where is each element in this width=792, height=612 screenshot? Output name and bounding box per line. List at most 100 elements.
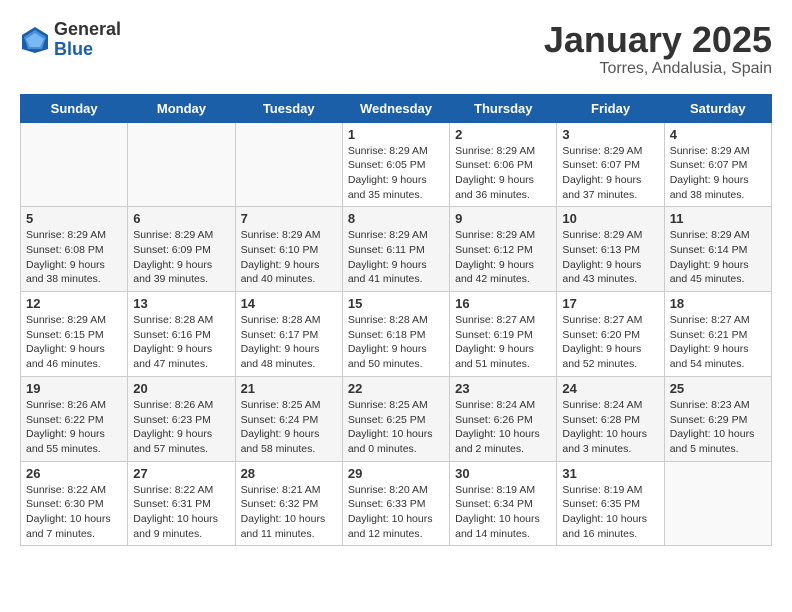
calendar-cell: 1Sunrise: 8:29 AM Sunset: 6:05 PM Daylig… bbox=[342, 122, 449, 207]
day-number: 30 bbox=[455, 466, 551, 481]
day-info: Sunrise: 8:27 AM Sunset: 6:20 PM Dayligh… bbox=[562, 313, 658, 372]
day-number: 28 bbox=[241, 466, 337, 481]
calendar-cell: 5 Sunrise: 8:29 AM Sunset: 6:08 PM Daylig… bbox=[21, 207, 128, 292]
day-info: Sunrise: 8:27 AM Sunset: 6:21 PM Dayligh… bbox=[670, 313, 766, 372]
day-info: Sunrise: 8:29 AM Sunset: 6:13 PM Dayligh… bbox=[562, 228, 658, 287]
day-number: 25 bbox=[670, 381, 766, 396]
day-info: Sunrise: 8:22 AM Sunset: 6:30 PM Dayligh… bbox=[26, 483, 122, 542]
day-info: Sunrise: 8:23 AM Sunset: 6:29 PM Dayligh… bbox=[670, 398, 766, 457]
day-number: 26 bbox=[26, 466, 122, 481]
calendar-cell: 30 Sunrise: 8:19 AM Sunset: 6:34 PM Dayli… bbox=[450, 461, 557, 546]
day-info: Sunrise: 8:20 AM Sunset: 6:33 PM Dayligh… bbox=[348, 483, 444, 542]
day-info: Sunrise: 8:29 AM Sunset: 6:05 PM Dayligh… bbox=[348, 144, 444, 203]
day-info: Sunrise: 8:27 AM Sunset: 6:19 PM Dayligh… bbox=[455, 313, 551, 372]
day-info: Sunrise: 8:28 AM Sunset: 6:18 PM Dayligh… bbox=[348, 313, 444, 372]
calendar-cell: 21 Sunrise: 8:25 AM Sunset: 6:24 PM Dayli… bbox=[235, 376, 342, 461]
calendar-cell: 15Sunrise: 8:28 AM Sunset: 6:18 PM Dayli… bbox=[342, 292, 449, 377]
day-info: Sunrise: 8:29 AM Sunset: 6:07 PM Dayligh… bbox=[562, 144, 658, 203]
calendar-cell: 31 Sunrise: 8:19 AM Sunset: 6:35 PM Dayli… bbox=[557, 461, 664, 546]
day-number: 5 bbox=[26, 211, 122, 226]
calendar-table: SundayMondayTuesdayWednesdayThursdayFrid… bbox=[20, 94, 772, 547]
day-info: Sunrise: 8:21 AM Sunset: 6:32 PM Dayligh… bbox=[241, 483, 337, 542]
calendar-cell: 23Sunrise: 8:24 AM Sunset: 6:26 PM Dayli… bbox=[450, 376, 557, 461]
day-info: Sunrise: 8:25 AM Sunset: 6:24 PM Dayligh… bbox=[241, 398, 337, 457]
day-number: 22 bbox=[348, 381, 444, 396]
day-info: Sunrise: 8:28 AM Sunset: 6:17 PM Dayligh… bbox=[241, 313, 337, 372]
weekday-header-saturday: Saturday bbox=[664, 94, 771, 122]
calendar-cell bbox=[128, 122, 235, 207]
calendar-cell: 4 Sunrise: 8:29 AM Sunset: 6:07 PM Daylig… bbox=[664, 122, 771, 207]
weekday-header-monday: Monday bbox=[128, 94, 235, 122]
calendar-week-row: 1Sunrise: 8:29 AM Sunset: 6:05 PM Daylig… bbox=[21, 122, 772, 207]
logo-blue-text: Blue bbox=[54, 40, 121, 60]
calendar-cell: 17 Sunrise: 8:27 AM Sunset: 6:20 PM Dayli… bbox=[557, 292, 664, 377]
calendar-cell: 18 Sunrise: 8:27 AM Sunset: 6:21 PM Dayli… bbox=[664, 292, 771, 377]
day-info: Sunrise: 8:29 AM Sunset: 6:10 PM Dayligh… bbox=[241, 228, 337, 287]
day-info: Sunrise: 8:29 AM Sunset: 6:06 PM Dayligh… bbox=[455, 144, 551, 203]
day-number: 13 bbox=[133, 296, 229, 311]
day-info: Sunrise: 8:29 AM Sunset: 6:15 PM Dayligh… bbox=[26, 313, 122, 372]
day-info: Sunrise: 8:25 AM Sunset: 6:25 PM Dayligh… bbox=[348, 398, 444, 457]
day-number: 19 bbox=[26, 381, 122, 396]
day-number: 4 bbox=[670, 127, 766, 142]
day-number: 7 bbox=[241, 211, 337, 226]
calendar-cell: 3 Sunrise: 8:29 AM Sunset: 6:07 PM Daylig… bbox=[557, 122, 664, 207]
day-info: Sunrise: 8:22 AM Sunset: 6:31 PM Dayligh… bbox=[133, 483, 229, 542]
calendar-cell: 12Sunrise: 8:29 AM Sunset: 6:15 PM Dayli… bbox=[21, 292, 128, 377]
calendar-week-row: 12Sunrise: 8:29 AM Sunset: 6:15 PM Dayli… bbox=[21, 292, 772, 377]
calendar-cell: 29Sunrise: 8:20 AM Sunset: 6:33 PM Dayli… bbox=[342, 461, 449, 546]
day-info: Sunrise: 8:26 AM Sunset: 6:23 PM Dayligh… bbox=[133, 398, 229, 457]
calendar-cell: 14Sunrise: 8:28 AM Sunset: 6:17 PM Dayli… bbox=[235, 292, 342, 377]
calendar-cell: 27Sunrise: 8:22 AM Sunset: 6:31 PM Dayli… bbox=[128, 461, 235, 546]
day-number: 21 bbox=[241, 381, 337, 396]
page-header: General Blue January 2025 Torres, Andalu… bbox=[20, 20, 772, 78]
day-number: 3 bbox=[562, 127, 658, 142]
day-info: Sunrise: 8:29 AM Sunset: 6:09 PM Dayligh… bbox=[133, 228, 229, 287]
calendar-cell bbox=[21, 122, 128, 207]
weekday-header-wednesday: Wednesday bbox=[342, 94, 449, 122]
day-number: 2 bbox=[455, 127, 551, 142]
day-info: Sunrise: 8:29 AM Sunset: 6:07 PM Dayligh… bbox=[670, 144, 766, 203]
day-info: Sunrise: 8:24 AM Sunset: 6:26 PM Dayligh… bbox=[455, 398, 551, 457]
weekday-header-sunday: Sunday bbox=[21, 94, 128, 122]
weekday-header-thursday: Thursday bbox=[450, 94, 557, 122]
day-number: 10 bbox=[562, 211, 658, 226]
calendar-week-row: 19 Sunrise: 8:26 AM Sunset: 6:22 PM Dayli… bbox=[21, 376, 772, 461]
calendar-cell: 11Sunrise: 8:29 AM Sunset: 6:14 PM Dayli… bbox=[664, 207, 771, 292]
day-number: 9 bbox=[455, 211, 551, 226]
calendar-cell: 26 Sunrise: 8:22 AM Sunset: 6:30 PM Dayli… bbox=[21, 461, 128, 546]
calendar-cell: 24 Sunrise: 8:24 AM Sunset: 6:28 PM Dayli… bbox=[557, 376, 664, 461]
day-info: Sunrise: 8:29 AM Sunset: 6:11 PM Dayligh… bbox=[348, 228, 444, 287]
day-info: Sunrise: 8:19 AM Sunset: 6:35 PM Dayligh… bbox=[562, 483, 658, 542]
day-info: Sunrise: 8:26 AM Sunset: 6:22 PM Dayligh… bbox=[26, 398, 122, 457]
logo-general-text: General bbox=[54, 20, 121, 40]
calendar-cell: 6 Sunrise: 8:29 AM Sunset: 6:09 PM Daylig… bbox=[128, 207, 235, 292]
calendar-cell bbox=[235, 122, 342, 207]
day-number: 18 bbox=[670, 296, 766, 311]
day-info: Sunrise: 8:28 AM Sunset: 6:16 PM Dayligh… bbox=[133, 313, 229, 372]
calendar-cell: 10 Sunrise: 8:29 AM Sunset: 6:13 PM Dayli… bbox=[557, 207, 664, 292]
calendar-cell: 13 Sunrise: 8:28 AM Sunset: 6:16 PM Dayli… bbox=[128, 292, 235, 377]
logo: General Blue bbox=[20, 20, 121, 60]
day-info: Sunrise: 8:19 AM Sunset: 6:34 PM Dayligh… bbox=[455, 483, 551, 542]
calendar-cell: 28 Sunrise: 8:21 AM Sunset: 6:32 PM Dayli… bbox=[235, 461, 342, 546]
day-number: 8 bbox=[348, 211, 444, 226]
location: Torres, Andalusia, Spain bbox=[544, 60, 772, 78]
calendar-cell: 2 Sunrise: 8:29 AM Sunset: 6:06 PM Daylig… bbox=[450, 122, 557, 207]
weekday-header-friday: Friday bbox=[557, 94, 664, 122]
logo-icon bbox=[20, 25, 50, 55]
day-info: Sunrise: 8:29 AM Sunset: 6:14 PM Dayligh… bbox=[670, 228, 766, 287]
calendar-cell: 22 Sunrise: 8:25 AM Sunset: 6:25 PM Dayli… bbox=[342, 376, 449, 461]
day-number: 6 bbox=[133, 211, 229, 226]
calendar-week-row: 26 Sunrise: 8:22 AM Sunset: 6:30 PM Dayli… bbox=[21, 461, 772, 546]
day-info: Sunrise: 8:24 AM Sunset: 6:28 PM Dayligh… bbox=[562, 398, 658, 457]
day-number: 31 bbox=[562, 466, 658, 481]
calendar-cell: 9Sunrise: 8:29 AM Sunset: 6:12 PM Daylig… bbox=[450, 207, 557, 292]
calendar-cell: 7 Sunrise: 8:29 AM Sunset: 6:10 PM Daylig… bbox=[235, 207, 342, 292]
day-number: 24 bbox=[562, 381, 658, 396]
day-info: Sunrise: 8:29 AM Sunset: 6:08 PM Dayligh… bbox=[26, 228, 122, 287]
day-number: 20 bbox=[133, 381, 229, 396]
month-title: January 2025 bbox=[544, 20, 772, 60]
day-number: 17 bbox=[562, 296, 658, 311]
calendar-cell: 20 Sunrise: 8:26 AM Sunset: 6:23 PM Dayli… bbox=[128, 376, 235, 461]
